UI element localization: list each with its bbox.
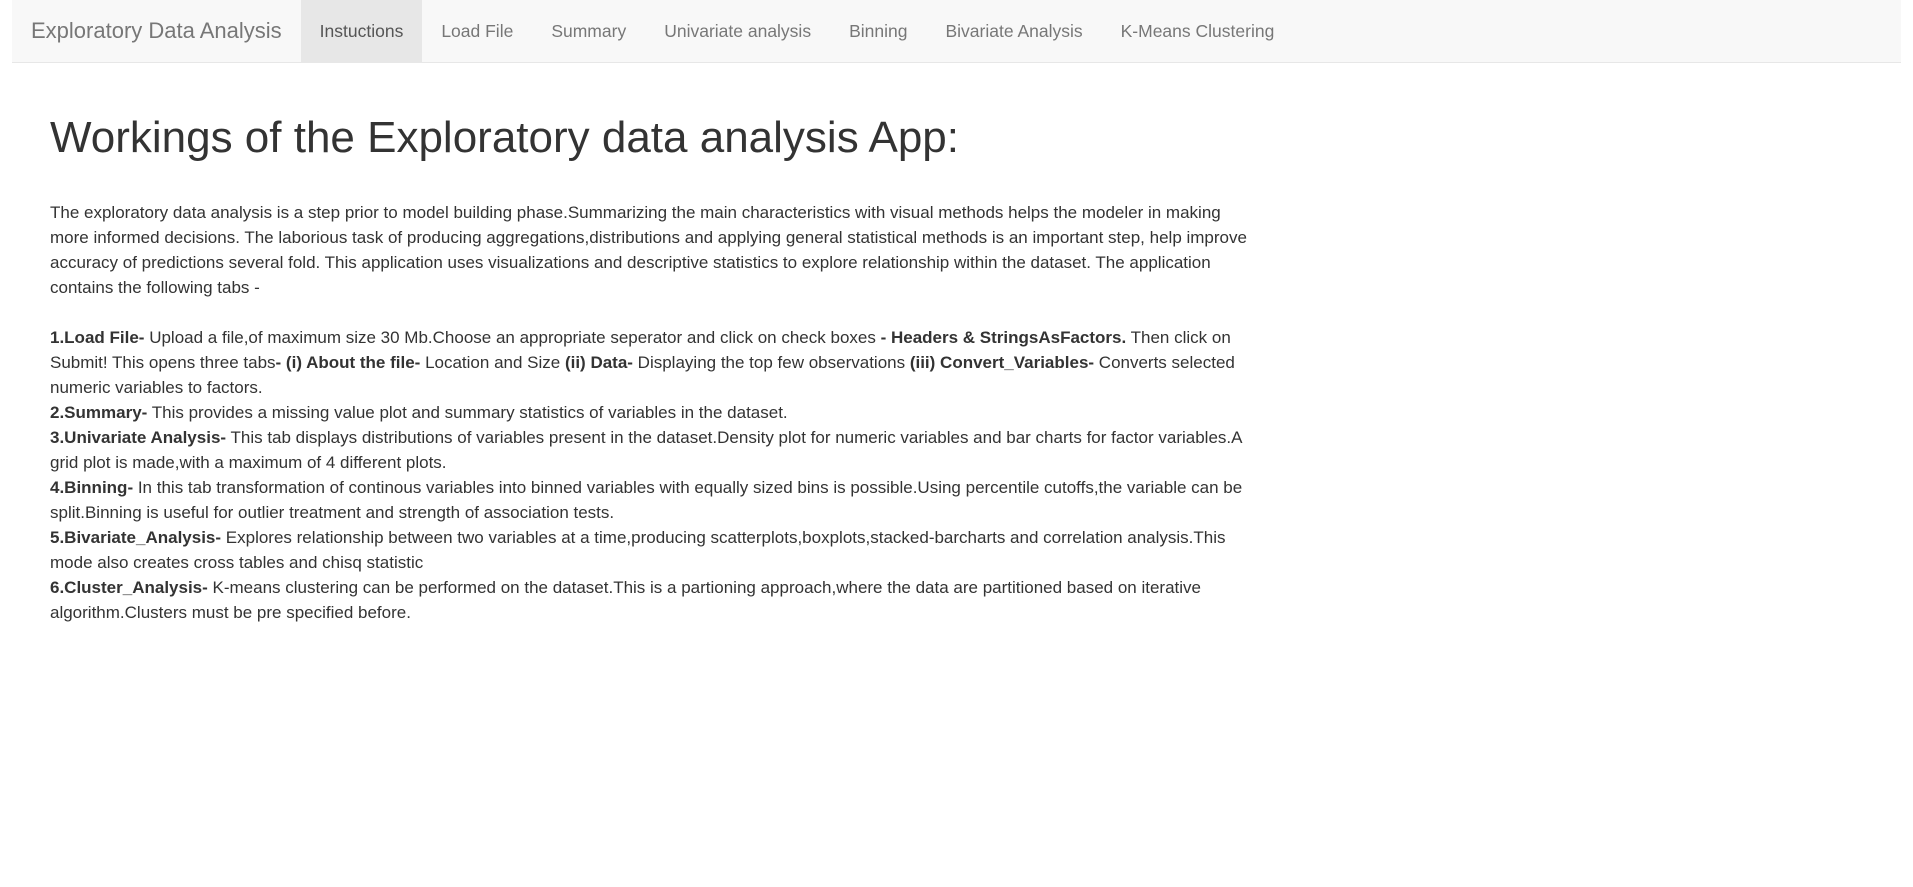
item-text: K-means clustering can be performed on t… xyxy=(50,578,1202,623)
tab-kmeans-clustering[interactable]: K-Means Clustering xyxy=(1102,0,1294,62)
item-text: This provides a missing value plot and s… xyxy=(147,403,788,423)
item-text: In this tab transformation of continous … xyxy=(50,478,1243,523)
tab-summary[interactable]: Summary xyxy=(532,0,645,62)
tab-binning[interactable]: Binning xyxy=(830,0,926,62)
intro-paragraph: The exploratory data analysis is a step … xyxy=(50,203,1247,298)
item-bivariate: 5.Bivariate_Analysis- Explores relations… xyxy=(50,525,1260,575)
nav-tabs: Instuctions Load File Summary Univariate… xyxy=(300,0,1294,62)
item-heading: 5.Bivariate_Analysis- xyxy=(50,528,222,548)
item-heading: 4.Binning- xyxy=(50,478,134,498)
top-navbar: Exploratory Data Analysis Instuctions Lo… xyxy=(12,0,1901,63)
item-text: Upload a file,of maximum size 30 Mb.Choo… xyxy=(144,328,881,348)
tab-descriptions: 1.Load File- Upload a file,of maximum si… xyxy=(50,325,1260,625)
item-load-file: 1.Load File- Upload a file,of maximum si… xyxy=(50,325,1260,400)
item-univariate: 3.Univariate Analysis- This tab displays… xyxy=(50,425,1260,475)
item-text: Location and Size xyxy=(420,353,565,373)
item-cluster: 6.Cluster_Analysis- K-means clustering c… xyxy=(50,575,1260,625)
page-title: Workings of the Exploratory data analysi… xyxy=(50,113,960,162)
tab-univariate-analysis[interactable]: Univariate analysis xyxy=(645,0,830,62)
item-heading: 3.Univariate Analysis- xyxy=(50,428,227,448)
main-content: Workings of the Exploratory data analysi… xyxy=(50,100,1260,625)
item-bold: (ii) Data- xyxy=(564,353,633,373)
item-heading: 6.Cluster_Analysis- xyxy=(50,578,208,598)
item-heading: 2.Summary- xyxy=(50,403,148,423)
item-text: Displaying the top few observations xyxy=(632,353,910,373)
tab-instructions[interactable]: Instuctions xyxy=(300,0,423,62)
item-bold: (iii) Convert_Variables- xyxy=(909,353,1095,373)
tab-load-file[interactable]: Load File xyxy=(422,0,532,62)
item-heading: 1.Load File- xyxy=(50,328,145,348)
item-text: Explores relationship between two variab… xyxy=(50,528,1226,573)
item-text: This tab displays distributions of varia… xyxy=(50,428,1242,473)
tab-bivariate-analysis[interactable]: Bivariate Analysis xyxy=(926,0,1101,62)
item-summary: 2.Summary- This provides a missing value… xyxy=(50,400,1260,425)
item-bold: - Headers & StringsAsFactors. xyxy=(880,328,1127,348)
item-binning: 4.Binning- In this tab transformation of… xyxy=(50,475,1260,525)
item-bold: - (i) About the file- xyxy=(275,353,421,373)
navbar-brand[interactable]: Exploratory Data Analysis xyxy=(12,0,301,62)
